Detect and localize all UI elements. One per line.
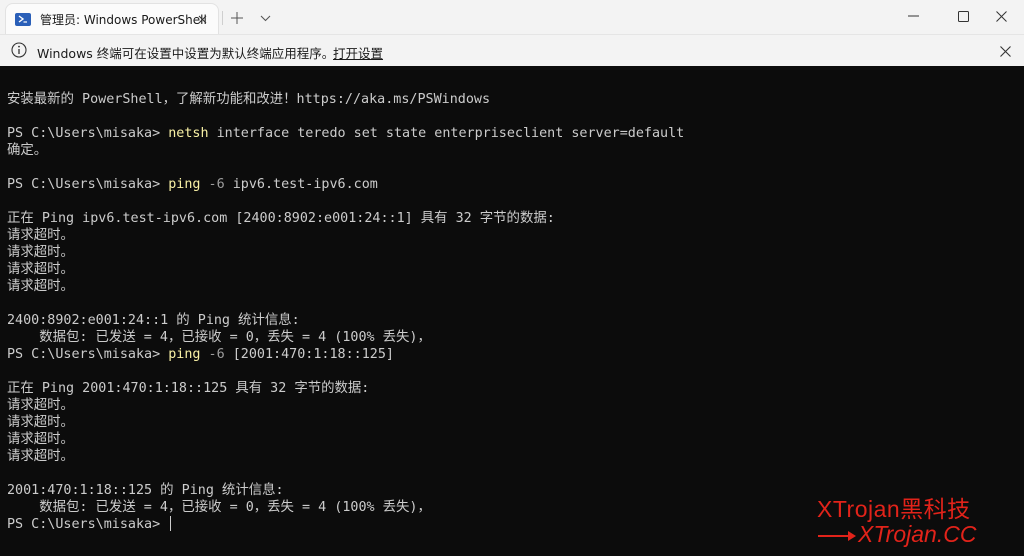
tab-powershell[interactable]: 管理员: Windows PowerShell [6,4,218,34]
terminal-prompt-line: PS C:\Users\misaka> ping -6 [2001:470:1:… [7,346,1024,363]
terminal-line: 请求超时。 [7,279,74,294]
close-icon [999,45,1011,57]
terminal-line: 请求超时。 [7,228,74,243]
terminal-line: 正在 Ping ipv6.test-ipv6.com [2400:8902:e0… [7,211,555,226]
terminal-line: 确定。 [7,143,48,158]
info-close-button[interactable] [996,42,1014,60]
open-settings-link[interactable]: 打开设置 [333,43,383,62]
info-icon [11,42,27,58]
terminal-line: 请求超时。 [7,415,74,430]
watermark-url-text: XTrojan.CC [858,521,977,547]
new-tab-button[interactable] [228,9,246,27]
prompt: PS C:\Users\misaka> [7,517,169,532]
command: ping [168,347,201,362]
terminal-line: 2400:8902:e001:24::1 的 Ping 统计信息: [7,313,300,328]
title-bar: 管理员: Windows PowerShell [0,0,1024,34]
prompt: PS C:\Users\misaka> [7,177,169,192]
terminal-line: 正在 Ping 2001:470:1:18::125 具有 32 字节的数据: [7,381,370,396]
prompt: PS C:\Users\misaka> [7,347,169,362]
prompt: PS C:\Users\misaka> [7,126,169,141]
command-args: ipv6.test-ipv6.com [224,177,378,192]
minimize-button[interactable] [890,0,936,32]
info-bar: Windows 终端可在设置中设置为默认终端应用程序。 打开设置 [0,34,1024,66]
powershell-icon [15,12,31,26]
command-flag: -6 [200,177,225,192]
terminal-line: 请求超时。 [7,398,74,413]
terminal-line: 请求超时。 [7,245,74,260]
close-window-button[interactable] [978,0,1024,32]
terminal-prompt-line: PS C:\Users\misaka> ping -6 ipv6.test-ip… [7,176,1024,193]
tab-separator [222,11,223,25]
info-message: Windows 终端可在设置中设置为默认终端应用程序。 [37,46,335,61]
terminal-prompt-line: PS C:\Users\misaka> netsh interface tere… [7,125,1024,142]
minimize-icon [907,15,919,17]
terminal-line: 数据包: 已发送 = 4，已接收 = 0，丢失 = 4 (100% 丢失)， [7,330,431,345]
command-args: interface teredo set state enterprisecli… [208,126,685,141]
command: ping [168,177,201,192]
tab-dropdown-button[interactable] [256,9,274,27]
arrow-icon [818,530,856,541]
tab-title: 管理员: Windows PowerShell [40,12,207,27]
terminal-line: 请求超时。 [7,449,74,464]
command-args: [2001:470:1:18::125] [224,347,394,362]
terminal-output[interactable]: 安装最新的 PowerShell，了解新功能和改进！https://aka.ms… [0,66,1024,556]
tab-close-icon[interactable] [194,11,210,27]
command: netsh [168,126,209,141]
terminal-line: 请求超时。 [7,432,74,447]
watermark-url: XTrojan.CC [818,521,976,548]
terminal-line: 安装最新的 PowerShell，了解新功能和改进！https://aka.ms… [7,92,491,107]
close-icon [995,10,1007,22]
command-flag: -6 [200,347,225,362]
watermark-title: XTrojan黑科技 [817,496,971,522]
maximize-icon [957,10,969,22]
text-cursor [170,516,172,531]
terminal-line: 请求超时。 [7,262,74,277]
